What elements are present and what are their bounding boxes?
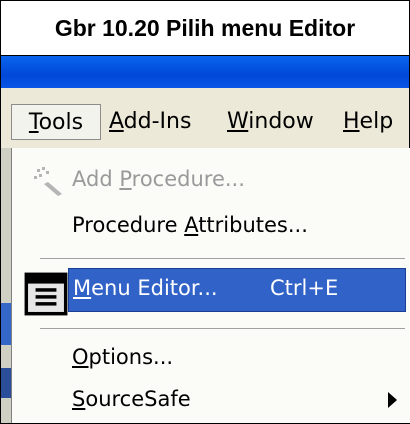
menu-item-sourcesafe-label: SourceSafe bbox=[72, 387, 191, 411]
menu-item-options[interactable]: Options... bbox=[12, 338, 410, 382]
window-title-bar bbox=[1, 56, 409, 88]
menu-item-menu-editor-shortcut: Ctrl+E bbox=[270, 276, 339, 300]
menu-window-mnemonic: W bbox=[227, 109, 249, 134]
menu-item-procedure-attributes-label: Procedure Attributes... bbox=[72, 213, 308, 237]
menu-add-ins[interactable]: Add-Ins bbox=[103, 104, 197, 140]
figure-caption: Gbr 10.20 Pilih menu Editor bbox=[1, 1, 409, 56]
menu-help-label: elp bbox=[359, 109, 394, 134]
menu-item-add-procedure: Add Procedure... bbox=[12, 160, 410, 204]
background-window-edge bbox=[1, 148, 11, 423]
add-procedure-icon bbox=[34, 167, 62, 196]
menu-item-menu-editor-label: Menu Editor... bbox=[73, 276, 218, 300]
menu-item-options-label: Options... bbox=[72, 345, 174, 369]
menu-help-mnemonic: H bbox=[343, 109, 360, 134]
menu-item-sourcesafe[interactable]: SourceSafe bbox=[12, 380, 410, 424]
submenu-arrow-icon bbox=[388, 392, 397, 408]
caption-text: Gbr 10.20 Pilih menu Editor bbox=[54, 14, 356, 41]
tools-dropdown-menu: Add Procedure... Procedure Attributes...… bbox=[11, 148, 410, 423]
menu-window-label: indow bbox=[248, 109, 314, 134]
menu-separator bbox=[40, 328, 405, 329]
menu-add-ins-label: dd-Ins bbox=[123, 109, 192, 134]
menu-editor-icon bbox=[24, 272, 68, 316]
menu-tools-mnemonic: T bbox=[28, 110, 39, 135]
menu-item-menu-editor[interactable]: Menu Editor... Ctrl+E bbox=[68, 268, 406, 312]
background-titlebar-strip bbox=[1, 368, 11, 398]
menu-item-procedure-attributes[interactable]: Procedure Attributes... bbox=[12, 206, 410, 250]
menu-separator bbox=[40, 258, 405, 259]
menu-bar: Tools Add-Ins Window Help bbox=[1, 88, 409, 148]
menu-add-ins-mnemonic: A bbox=[109, 109, 124, 134]
menu-help[interactable]: Help bbox=[337, 104, 399, 140]
background-highlight-strip bbox=[1, 303, 11, 345]
menu-window[interactable]: Window bbox=[221, 104, 320, 140]
menu-item-add-procedure-label: Add Procedure... bbox=[72, 167, 245, 191]
menu-tools[interactable]: Tools bbox=[11, 104, 101, 140]
menu-tools-label: ools bbox=[38, 110, 84, 135]
